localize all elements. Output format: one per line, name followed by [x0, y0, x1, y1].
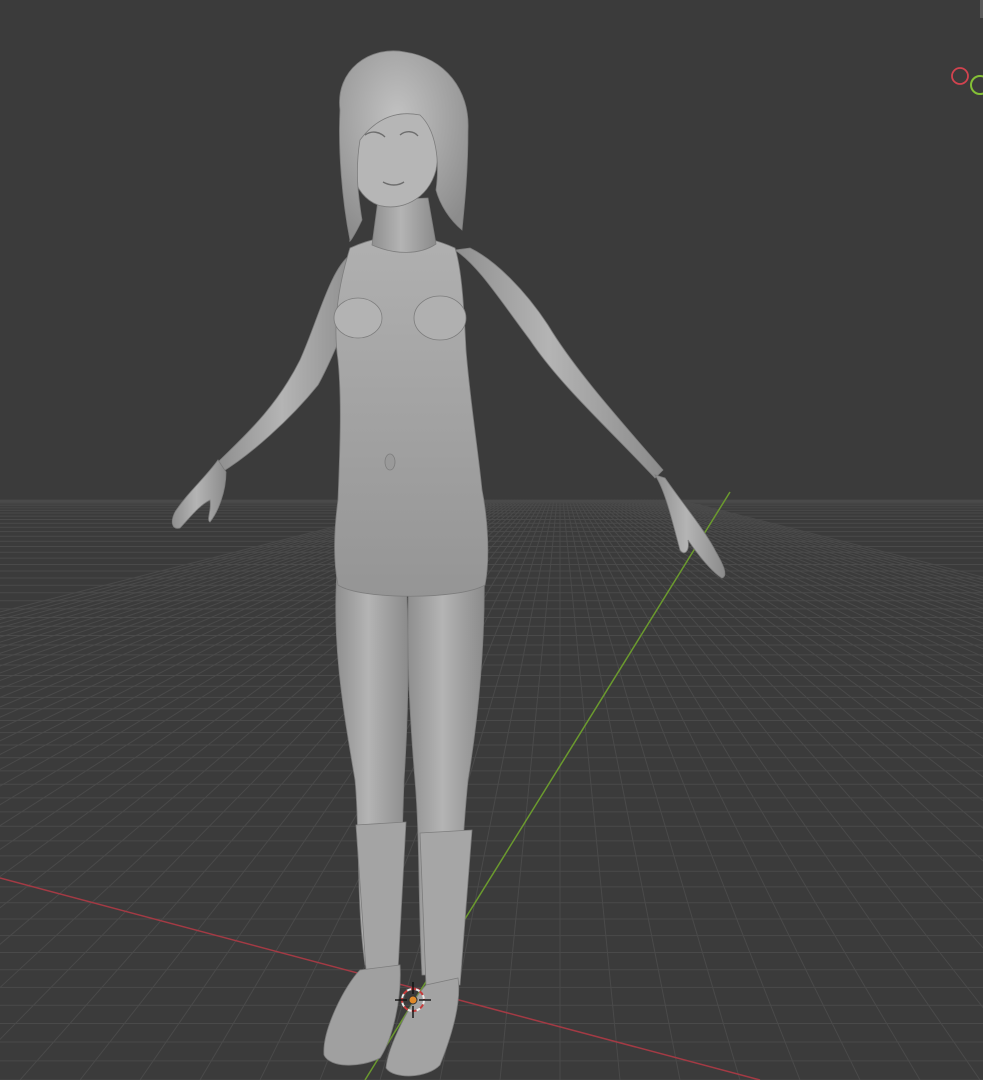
grid-line	[571, 499, 801, 1080]
grid-line	[673, 499, 983, 584]
grid-line	[613, 499, 983, 710]
grid-line	[574, 499, 861, 1080]
torso	[334, 235, 489, 597]
grid-line	[568, 499, 741, 1080]
grid-line	[577, 499, 921, 1080]
grid-line	[658, 499, 983, 601]
grid-line	[649, 499, 983, 614]
chest-left	[333, 297, 383, 339]
grid-line	[601, 499, 983, 778]
grid-line	[592, 499, 983, 862]
navel	[384, 453, 396, 471]
viewport-canvas[interactable]	[0, 0, 983, 1080]
right-arm	[453, 247, 664, 479]
grid-line	[610, 499, 983, 724]
navigation-gizmo[interactable]	[951, 67, 983, 95]
grid-line	[676, 499, 983, 581]
floor-grid	[0, 499, 983, 1080]
gizmo-y-axis-icon[interactable]	[970, 75, 983, 95]
grid-line	[652, 499, 983, 609]
grid-line	[565, 499, 681, 1080]
grid-line	[562, 499, 621, 1080]
grid-line	[499, 499, 558, 1080]
grid-line	[583, 499, 983, 1009]
grid-line	[589, 499, 983, 901]
grid-line	[655, 499, 983, 605]
grid-line	[604, 499, 983, 758]
right-sock	[419, 829, 473, 986]
left-hand	[171, 459, 227, 529]
grid-line	[586, 499, 983, 949]
grid-line	[664, 499, 983, 593]
3d-viewport[interactable]	[0, 0, 983, 1080]
gizmo-x-axis-icon[interactable]	[951, 67, 969, 85]
chest-right	[413, 295, 467, 341]
